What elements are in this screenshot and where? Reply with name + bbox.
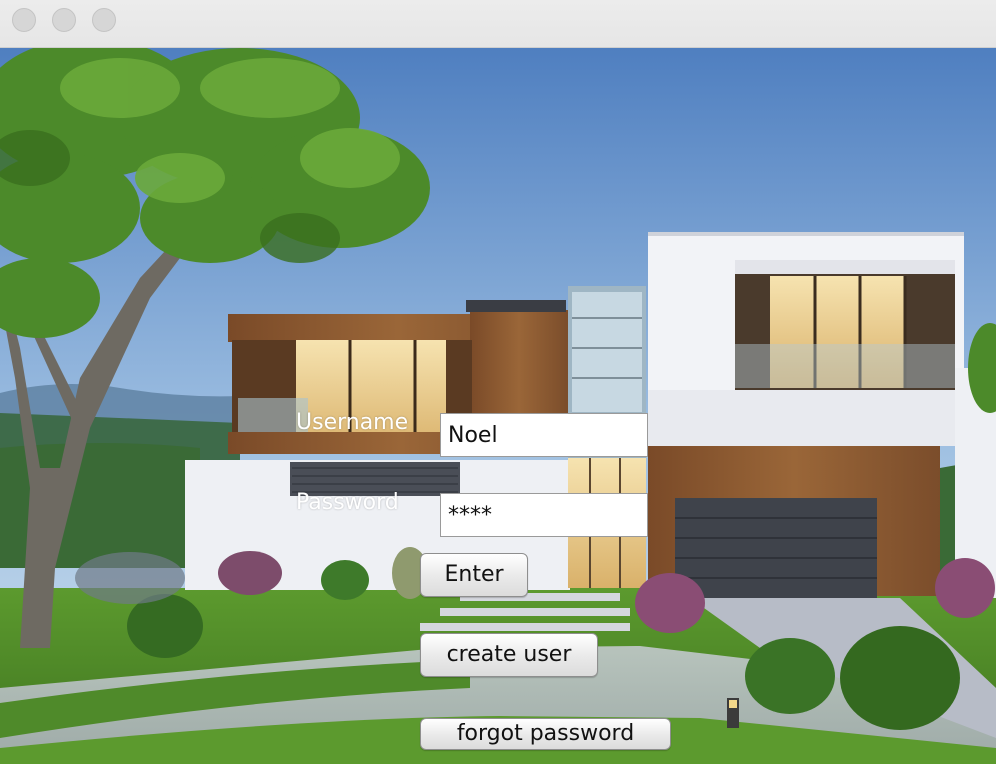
enter-button[interactable]: Enter — [420, 553, 528, 597]
title-bar — [0, 0, 996, 48]
create-user-button[interactable]: create user — [420, 633, 598, 677]
password-input[interactable] — [440, 493, 648, 537]
zoom-window-button[interactable] — [92, 8, 116, 32]
username-label: Username — [296, 410, 409, 435]
password-label: Password — [296, 490, 399, 515]
login-panel: Username Password Enter create user forg… — [0, 48, 996, 764]
username-input[interactable] — [440, 413, 648, 457]
app-window: Username Password Enter create user forg… — [0, 0, 996, 764]
close-window-button[interactable] — [12, 8, 36, 32]
forgot-password-button[interactable]: forgot password — [420, 718, 671, 750]
minimize-window-button[interactable] — [52, 8, 76, 32]
